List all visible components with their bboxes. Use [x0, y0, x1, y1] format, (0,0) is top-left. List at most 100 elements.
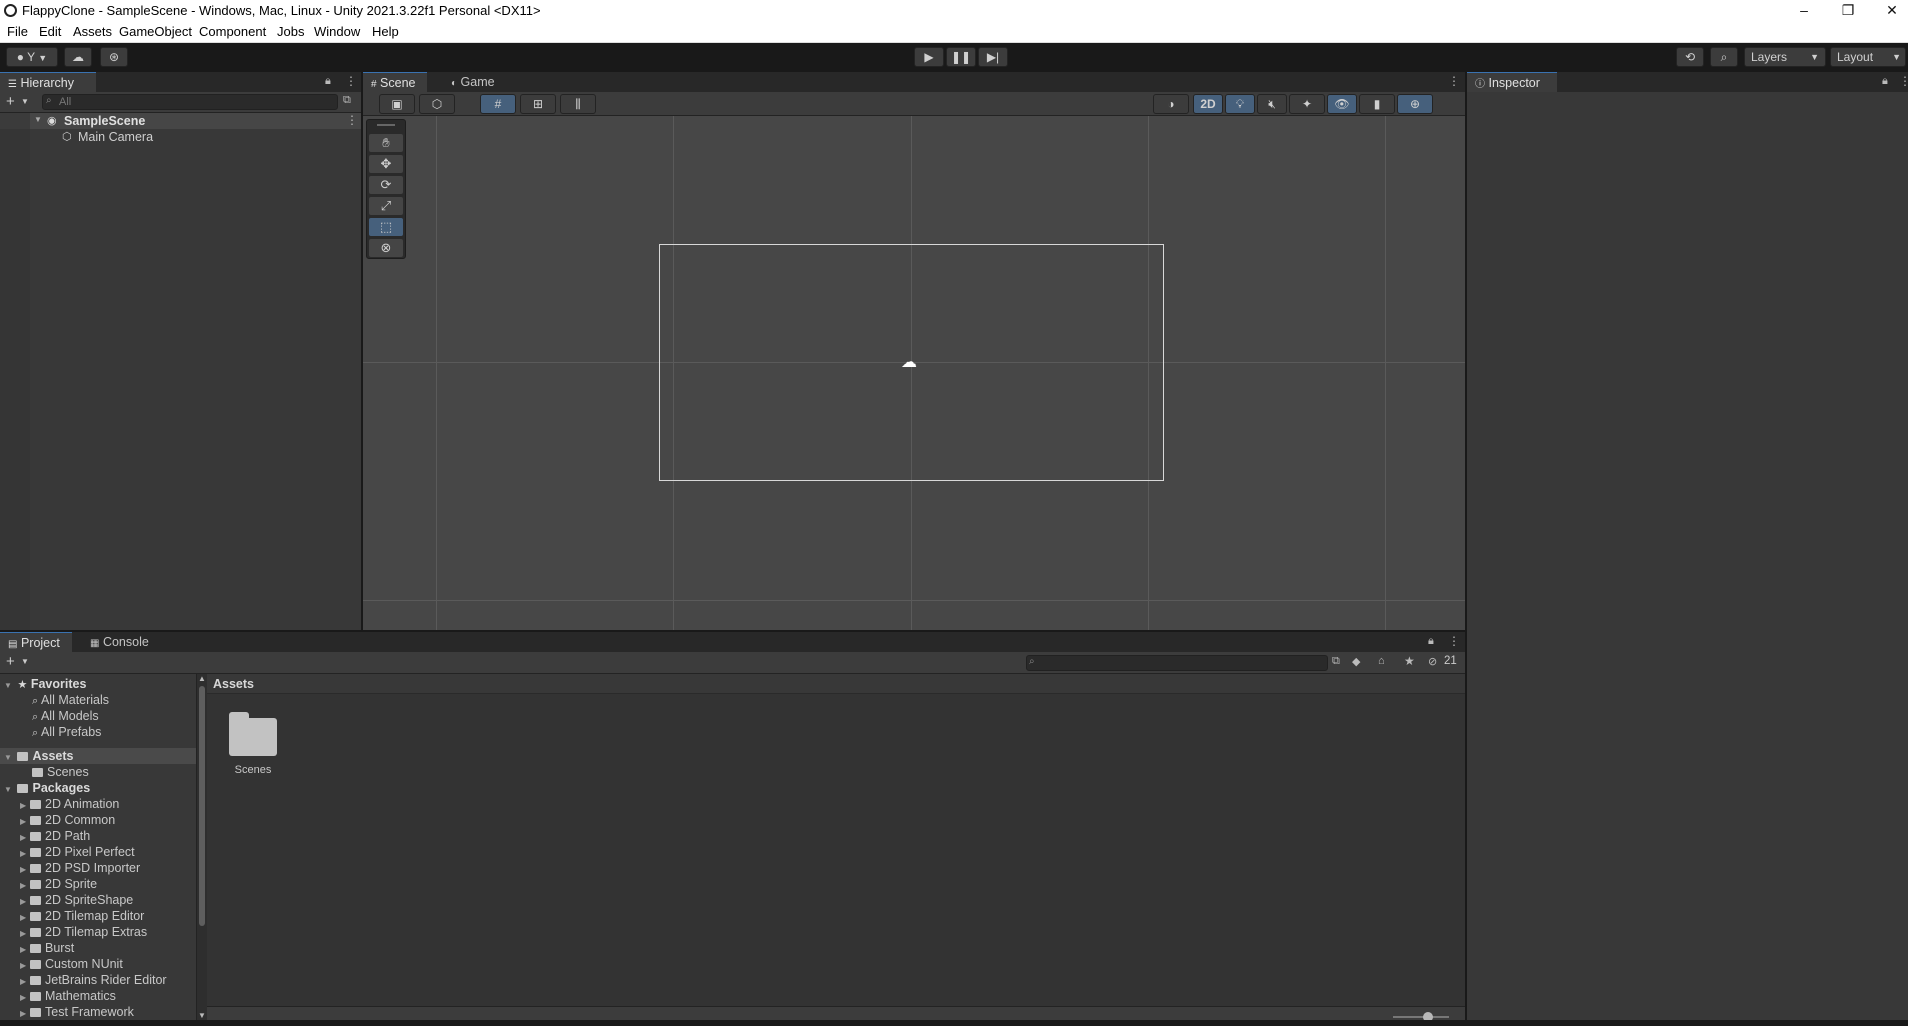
play-button[interactable]: ▶ — [914, 47, 944, 67]
account-button[interactable]: ● Y ▼ — [6, 47, 58, 67]
package-item[interactable]: ▶ Mathematics — [0, 988, 196, 1004]
rotate-tool[interactable]: ⟳ — [369, 176, 403, 194]
tab-project[interactable]: ▤ Project — [0, 632, 72, 652]
star-icon[interactable]: ★ — [1404, 654, 1415, 668]
menu-file[interactable]: File — [7, 24, 28, 39]
package-item[interactable]: ▶ 2D SpriteShape — [0, 892, 196, 908]
favorite-item[interactable]: ⌕ All Models — [0, 708, 196, 724]
hierarchy-item[interactable]: ⬡ Main Camera — [0, 129, 361, 145]
render-mode-button[interactable]: ⬡ — [419, 94, 455, 114]
favorite-item[interactable]: ⌕ All Prefabs — [0, 724, 196, 740]
hierarchy-search-input[interactable]: All — [42, 94, 338, 110]
kebab-menu-icon[interactable]: ⋮ — [346, 113, 358, 127]
scene-row[interactable]: ▼ ◉ SampleScene ⋮ — [0, 113, 361, 129]
lock-icon[interactable]: 🔒︎ — [1428, 635, 1434, 648]
kebab-menu-icon[interactable]: ⋮ — [1448, 634, 1460, 648]
scene-viewport[interactable]: ☁ ✋︎ ✥ ⟳ ⤢ ⬚ ⊗ — [363, 116, 1465, 630]
collab-button[interactable]: ⊛ — [100, 47, 128, 67]
chevron-down-icon[interactable]: ▼ — [21, 97, 29, 106]
draw-mode-button[interactable]: ▣ — [379, 94, 415, 114]
package-item[interactable]: ▶ 2D Common — [0, 812, 196, 828]
tab-console[interactable]: ▦ Console — [82, 632, 162, 652]
audio-toggle[interactable]: 🔇︎ — [1257, 94, 1287, 114]
tab-inspector[interactable]: ⓘ Inspector — [1467, 72, 1557, 92]
add-icon[interactable]: + — [6, 653, 15, 670]
add-icon[interactable]: + — [6, 93, 15, 110]
package-item[interactable]: ▶ 2D Path — [0, 828, 196, 844]
search-by-type-icon[interactable]: ⧉ — [1332, 655, 1340, 668]
kebab-menu-icon[interactable]: ⋮ — [1448, 74, 1460, 88]
search-button[interactable]: ⌕ — [1710, 47, 1738, 67]
lighting-toggle[interactable]: 💡︎ — [1225, 94, 1255, 114]
hidden-packages-icon[interactable]: ⊘ — [1428, 655, 1437, 668]
kebab-menu-icon[interactable]: ⋮ — [1899, 74, 1908, 88]
label-icon[interactable]: ⌂ — [1378, 655, 1385, 667]
layers-dropdown[interactable]: Layers ▼ — [1744, 47, 1826, 67]
tab-game[interactable]: ◐ Game — [443, 72, 507, 92]
package-item[interactable]: ▶ 2D Tilemap Editor — [0, 908, 196, 924]
asset-tile[interactable]: Scenes — [225, 712, 285, 782]
tab-scene[interactable]: # Scene — [363, 72, 427, 92]
package-item[interactable]: ▶ JetBrains Rider Editor — [0, 972, 196, 988]
tab-hierarchy[interactable]: ☰ Hierarchy — [0, 72, 96, 92]
visibility-toggle[interactable]: 👁︎ — [1327, 94, 1357, 114]
package-item[interactable]: ▶ 2D Tilemap Extras — [0, 924, 196, 940]
move-tool[interactable]: ✥ — [369, 155, 403, 173]
increment-snap-button[interactable]: ⊞ — [520, 94, 556, 114]
gizmos-button[interactable]: ⊕ — [1397, 94, 1433, 114]
camera-settings-button[interactable]: ▮ — [1359, 94, 1395, 114]
rect-tool[interactable]: ⬚ — [369, 218, 403, 236]
package-item[interactable]: ▶ 2D Sprite — [0, 876, 196, 892]
triangle-down-icon[interactable]: ▼ — [34, 115, 42, 124]
lock-icon[interactable]: 🔒︎ — [1882, 75, 1888, 88]
menu-window[interactable]: Window — [314, 24, 360, 39]
kebab-menu-icon[interactable]: ⋮ — [345, 74, 357, 88]
breadcrumb-assets[interactable]: Assets — [213, 677, 254, 691]
step-button[interactable]: ▶| — [978, 47, 1008, 67]
chevron-down-icon[interactable]: ▼ — [21, 657, 29, 666]
layout-dropdown[interactable]: Layout ▼ — [1830, 47, 1906, 67]
mode-2d-toggle[interactable]: 2D — [1193, 94, 1223, 114]
scroll-down-icon[interactable]: ▼ — [198, 1011, 206, 1020]
scrollbar-thumb[interactable] — [199, 686, 205, 926]
effects-button[interactable]: ✦ — [1289, 94, 1325, 114]
filter-icon[interactable]: ⧉ — [343, 94, 351, 107]
menu-gameobject[interactable]: GameObject — [119, 24, 192, 39]
tree-scrollbar-track[interactable]: ▲ ▼ — [197, 674, 207, 1020]
camera-gizmo-icon[interactable]: ☁ — [901, 352, 917, 372]
packages-folder[interactable]: ▼ Packages — [0, 780, 196, 796]
package-item[interactable]: ▶ 2D Animation — [0, 796, 196, 812]
align-button[interactable]: ⫼ — [560, 94, 596, 114]
filter-by-type-icon[interactable]: ◆ — [1352, 655, 1360, 668]
pause-button[interactable]: ❚❚ — [946, 47, 976, 67]
package-item[interactable]: ▶ Test Framework — [0, 1004, 196, 1020]
zoom-slider[interactable] — [1393, 1012, 1449, 1022]
close-button[interactable]: ✕ — [1870, 0, 1908, 22]
menu-help[interactable]: Help — [372, 24, 399, 39]
package-item[interactable]: ▶ Custom NUnit — [0, 956, 196, 972]
scroll-up-icon[interactable]: ▲ — [198, 674, 206, 683]
project-search-input[interactable] — [1026, 655, 1328, 671]
cloud-button[interactable]: ☁ — [64, 47, 92, 67]
scale-tool[interactable]: ⤢ — [369, 197, 403, 215]
lock-icon[interactable]: 🔒︎ — [325, 75, 331, 88]
triangle-right-icon[interactable]: ▶ — [20, 1006, 30, 1020]
shading-button[interactable]: ◑ — [1153, 94, 1189, 114]
menu-component[interactable]: Component — [199, 24, 266, 39]
transform-tool[interactable]: ⊗ — [369, 239, 403, 257]
tool-palette-handle[interactable] — [377, 124, 395, 126]
assets-folder[interactable]: ▼ Assets — [0, 748, 196, 764]
package-item[interactable]: ▶ 2D Pixel Perfect — [0, 844, 196, 860]
package-item[interactable]: ▶ Burst — [0, 940, 196, 956]
package-item[interactable]: ▶ 2D PSD Importer — [0, 860, 196, 876]
menu-edit[interactable]: Edit — [39, 24, 61, 39]
hand-tool[interactable]: ✋︎ — [369, 134, 403, 152]
favorites-header[interactable]: ▼ ★ Favorites — [0, 676, 196, 692]
favorite-item[interactable]: ⌕ All Materials — [0, 692, 196, 708]
history-button[interactable]: ⟲ — [1676, 47, 1704, 67]
asset-folder-item[interactable]: Scenes — [0, 764, 196, 780]
menu-assets[interactable]: Assets — [73, 24, 112, 39]
grid-snap-button[interactable]: # — [480, 94, 516, 114]
restore-button[interactable]: ❐ — [1826, 0, 1870, 22]
menu-jobs[interactable]: Jobs — [277, 24, 304, 39]
